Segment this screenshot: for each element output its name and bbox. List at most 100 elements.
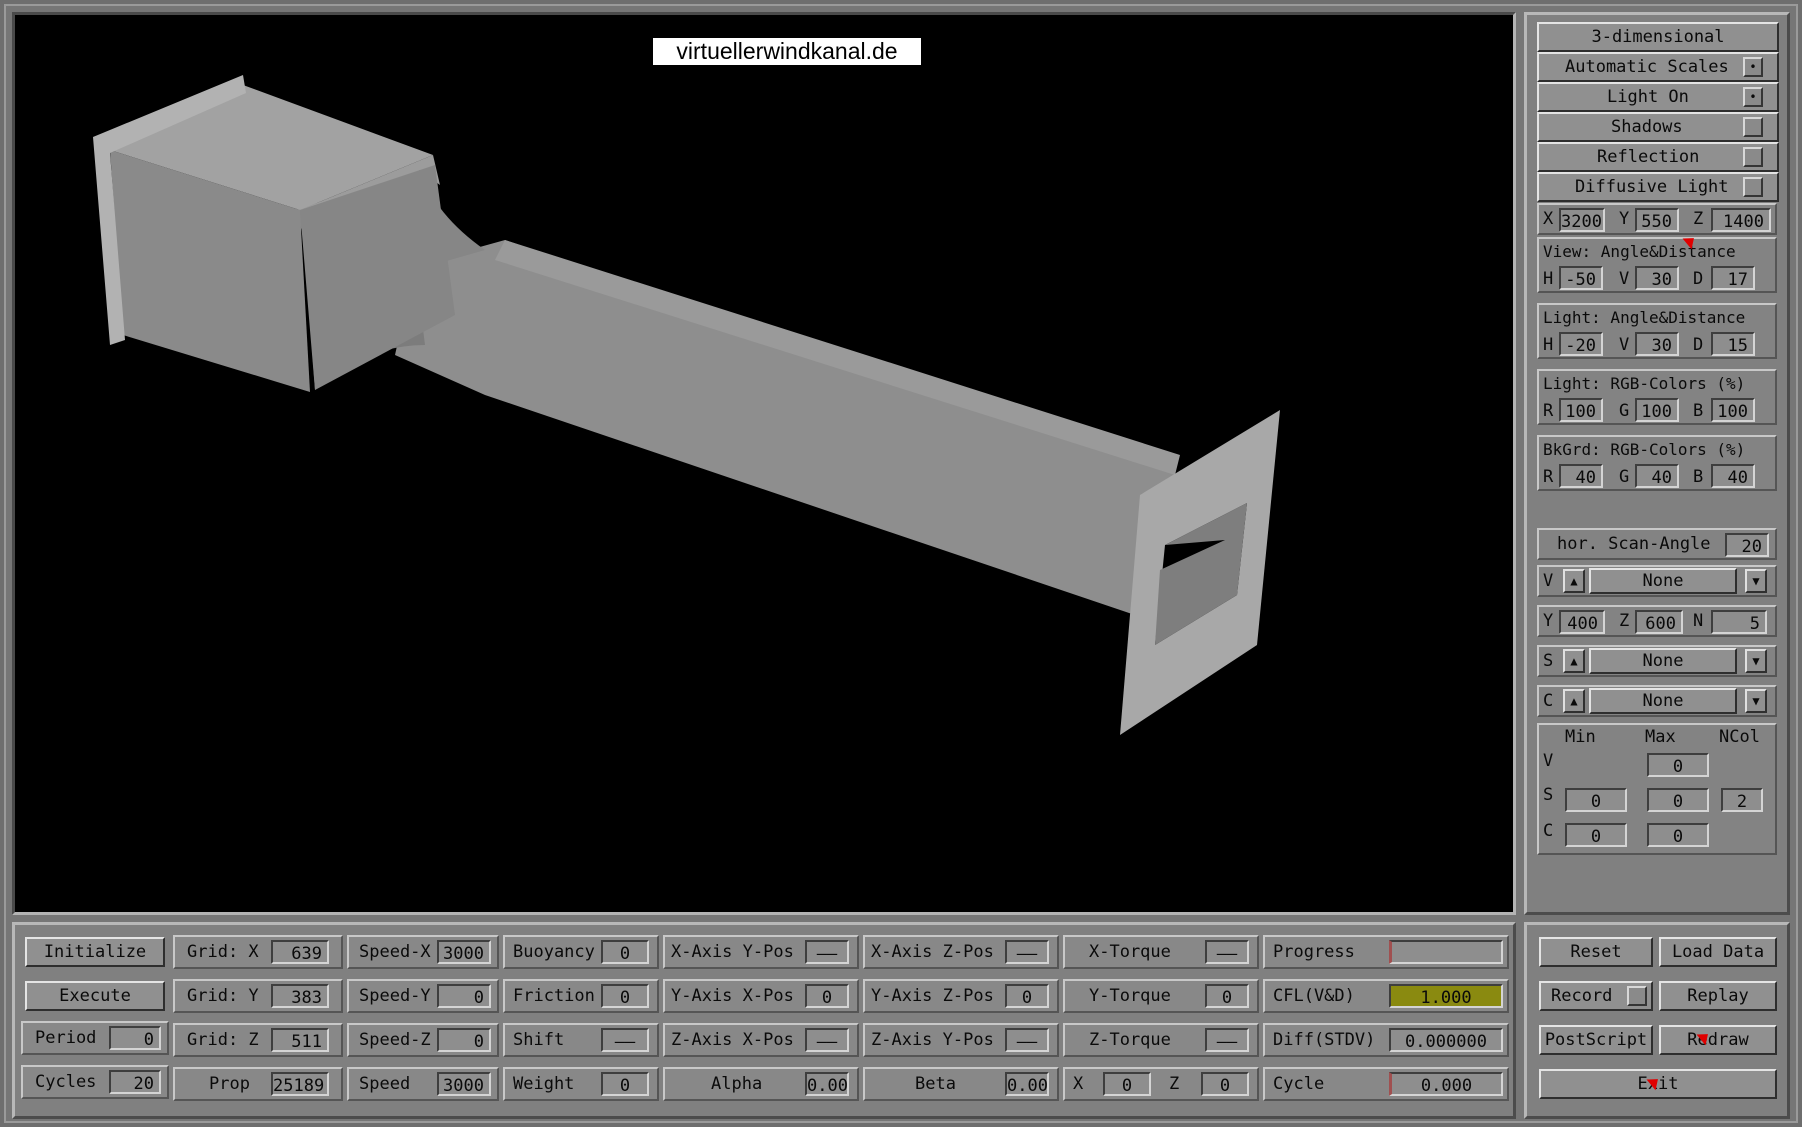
weight-field[interactable]: 0 bbox=[601, 1072, 649, 1096]
max-header: Max bbox=[1645, 727, 1676, 747]
grid-y-label: Grid: Y bbox=[187, 986, 259, 1006]
s-select-group: S ▲ None ▼ bbox=[1537, 645, 1777, 677]
friction-field[interactable]: 0 bbox=[601, 984, 649, 1008]
redraw-button[interactable]: Redraw bbox=[1659, 1025, 1777, 1055]
y-axis-x-pos-field[interactable]: 0 bbox=[805, 984, 849, 1008]
y-axis-z-pos-field[interactable]: 0 bbox=[1005, 984, 1049, 1008]
grid-z-field[interactable]: 511 bbox=[271, 1028, 329, 1052]
settings-panel: 3-dimensional Automatic Scales • Light O… bbox=[1524, 12, 1790, 915]
scale-s-min-field[interactable]: 0 bbox=[1565, 788, 1627, 812]
speed-label: Speed bbox=[359, 1074, 411, 1094]
view-d-field[interactable]: 17 bbox=[1711, 266, 1755, 290]
postscript-button[interactable]: PostScript bbox=[1539, 1025, 1653, 1055]
bkgrd-b-field[interactable]: 40 bbox=[1711, 464, 1755, 488]
3d-viewport[interactable]: virtuellerwindkanal.de bbox=[12, 12, 1516, 915]
automatic-scales-checkbox[interactable]: • bbox=[1743, 57, 1763, 77]
bkgrd-g-field[interactable]: 40 bbox=[1635, 464, 1679, 488]
z-torque-field[interactable]: —— bbox=[1205, 1028, 1249, 1052]
grid-x-group: Grid: X 639 bbox=[173, 935, 343, 969]
scale-c-min-field[interactable]: 0 bbox=[1565, 823, 1627, 847]
buoyancy-label: Buoyancy bbox=[513, 942, 595, 962]
light-v-label: V bbox=[1619, 335, 1630, 355]
c-down-arrow-icon[interactable]: ▼ bbox=[1745, 689, 1767, 713]
z-axis-x-pos-field[interactable]: —— bbox=[805, 1028, 849, 1052]
prop-field[interactable]: 25189 bbox=[271, 1072, 329, 1096]
s-up-arrow-icon[interactable]: ▲ bbox=[1563, 649, 1585, 673]
v-select-dropdown[interactable]: None bbox=[1589, 568, 1737, 594]
buoyancy-field[interactable]: 0 bbox=[601, 940, 649, 964]
speed-x-field[interactable]: 3000 bbox=[437, 940, 491, 964]
light-r-field[interactable]: 100 bbox=[1559, 398, 1603, 422]
scale-s-ncol-field[interactable]: 2 bbox=[1721, 788, 1763, 812]
c-up-arrow-icon[interactable]: ▲ bbox=[1563, 689, 1585, 713]
y-pos-field[interactable]: 550 bbox=[1635, 208, 1679, 232]
scale-c-max-field[interactable]: 0 bbox=[1647, 823, 1709, 847]
z-axis-x-pos-label: Z-Axis X-Pos bbox=[671, 1030, 794, 1050]
period-field[interactable]: 0 bbox=[109, 1026, 161, 1050]
speed-field[interactable]: 3000 bbox=[437, 1072, 491, 1096]
x-axis-z-pos-field[interactable]: —— bbox=[1005, 940, 1049, 964]
reflection-checkbox[interactable] bbox=[1743, 147, 1763, 167]
speed-y-field[interactable]: 0 bbox=[437, 984, 491, 1008]
light-v-field[interactable]: 30 bbox=[1635, 332, 1679, 356]
bkgrd-r-field[interactable]: 40 bbox=[1559, 464, 1603, 488]
beta-field[interactable]: 0.00 bbox=[1005, 1072, 1049, 1096]
bkgrd-g-label: G bbox=[1619, 467, 1630, 487]
z-axis-y-pos-field[interactable]: —— bbox=[1005, 1028, 1049, 1052]
z-pos-label: Z bbox=[1693, 209, 1704, 229]
s-select-dropdown[interactable]: None bbox=[1589, 648, 1737, 674]
progress-label: Progress bbox=[1273, 942, 1355, 962]
replay-button[interactable]: Replay bbox=[1659, 981, 1777, 1011]
view-h-field[interactable]: -50 bbox=[1559, 266, 1603, 290]
light-g-field[interactable]: 100 bbox=[1635, 398, 1679, 422]
beta-label: Beta bbox=[915, 1074, 956, 1094]
v-up-arrow-icon[interactable]: ▲ bbox=[1563, 569, 1585, 593]
yzn-y-label: Y bbox=[1543, 611, 1554, 631]
record-checkbox[interactable] bbox=[1627, 986, 1647, 1006]
shadows-checkbox[interactable] bbox=[1743, 117, 1763, 137]
speed-z-label: Speed-Z bbox=[359, 1030, 431, 1050]
yzn-n-field[interactable]: 5 bbox=[1711, 610, 1767, 634]
y-torque-field[interactable]: 0 bbox=[1205, 984, 1249, 1008]
v-down-arrow-icon[interactable]: ▼ bbox=[1745, 569, 1767, 593]
x-torque-field[interactable]: —— bbox=[1205, 940, 1249, 964]
z-offset-field[interactable]: 0 bbox=[1201, 1072, 1249, 1096]
execute-button[interactable]: Execute bbox=[25, 981, 165, 1011]
yzn-z-field[interactable]: 600 bbox=[1635, 610, 1683, 634]
x-axis-y-pos-field[interactable]: —— bbox=[805, 940, 849, 964]
reset-button[interactable]: Reset bbox=[1539, 937, 1653, 967]
dimension-mode-button[interactable]: 3-dimensional bbox=[1537, 22, 1779, 52]
diffusive-light-checkbox[interactable] bbox=[1743, 177, 1763, 197]
shift-field[interactable]: —— bbox=[601, 1028, 649, 1052]
scale-s-max-field[interactable]: 0 bbox=[1647, 788, 1709, 812]
grid-y-field[interactable]: 383 bbox=[271, 984, 329, 1008]
s-down-arrow-icon[interactable]: ▼ bbox=[1745, 649, 1767, 673]
shift-group: Shift —— bbox=[503, 1023, 659, 1057]
scale-v-max-field[interactable]: 0 bbox=[1647, 753, 1709, 777]
light-on-checkbox[interactable]: • bbox=[1743, 87, 1763, 107]
grid-x-field[interactable]: 639 bbox=[271, 940, 329, 964]
light-h-field[interactable]: -20 bbox=[1559, 332, 1603, 356]
view-v-field[interactable]: 30 bbox=[1635, 266, 1679, 290]
prop-group: Prop 25189 bbox=[173, 1067, 343, 1101]
x-torque-label: X-Torque bbox=[1089, 942, 1171, 962]
shift-label: Shift bbox=[513, 1030, 565, 1050]
y-axis-z-pos-group: Y-Axis Z-Pos 0 bbox=[863, 979, 1059, 1013]
beta-group: Beta 0.00 bbox=[863, 1067, 1059, 1101]
x-offset-field[interactable]: 0 bbox=[1103, 1072, 1151, 1096]
yzn-y-field[interactable]: 400 bbox=[1559, 610, 1605, 634]
scale-s-label: S bbox=[1543, 785, 1554, 805]
yzn-n-label: N bbox=[1693, 611, 1704, 631]
cycles-field[interactable]: 20 bbox=[109, 1070, 161, 1094]
alpha-field[interactable]: 0.00 bbox=[805, 1072, 849, 1096]
c-select-dropdown[interactable]: None bbox=[1589, 688, 1737, 714]
scan-angle-field[interactable]: 20 bbox=[1725, 533, 1769, 557]
load-data-button[interactable]: Load Data bbox=[1659, 937, 1777, 967]
light-d-field[interactable]: 15 bbox=[1711, 332, 1755, 356]
scale-v-label: V bbox=[1543, 751, 1554, 771]
speed-z-field[interactable]: 0 bbox=[437, 1028, 491, 1052]
z-pos-field[interactable]: 1400 bbox=[1711, 208, 1771, 232]
x-pos-field[interactable]: 3200 bbox=[1559, 208, 1605, 232]
initialize-button[interactable]: Initialize bbox=[25, 937, 165, 967]
light-b-field[interactable]: 100 bbox=[1711, 398, 1755, 422]
